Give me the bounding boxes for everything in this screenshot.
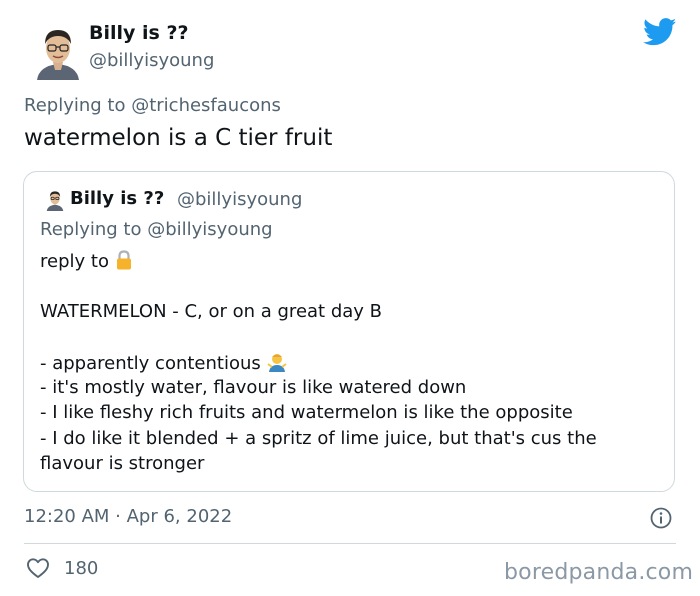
watermark: boredpanda.com	[504, 560, 694, 585]
lock-emoji-icon	[115, 250, 133, 275]
heart-icon[interactable]	[26, 557, 50, 579]
quoted-line: - it's mostly water, flavour is like wat…	[40, 377, 467, 398]
quoted-avatar[interactable]	[45, 189, 65, 211]
quoted-line-text: - apparently contentious	[40, 353, 261, 374]
user-handle[interactable]: @billyisyoung	[89, 50, 214, 71]
like-count: 180	[64, 558, 99, 579]
quoted-line: WATERMELON - C, or on a great day B	[40, 301, 382, 322]
person-shrugging-emoji-icon	[267, 352, 287, 377]
display-name[interactable]: Billy is ??	[89, 22, 189, 44]
quoted-replying-to-prefix: Replying to	[40, 219, 142, 240]
tweet-text: watermelon is a C tier fruit	[24, 125, 333, 151]
quoted-replying-to-mention[interactable]: @billyisyoung	[147, 219, 272, 240]
quoted-line: reply to	[40, 250, 133, 275]
quoted-display-name[interactable]: Billy is ??	[70, 188, 164, 209]
quoted-line-text: reply to	[40, 251, 109, 272]
quoted-replying-to-line: Replying to @billyisyoung	[40, 219, 273, 240]
quoted-line: - apparently contentious	[40, 352, 287, 377]
info-icon[interactable]	[650, 507, 672, 529]
replying-to-prefix: Replying to	[24, 95, 126, 116]
twitter-bird-icon[interactable]	[642, 18, 677, 46]
replying-to-mention[interactable]: @trichesfaucons	[131, 95, 281, 116]
quoted-user-handle[interactable]: @billyisyoung	[177, 189, 302, 210]
quoted-line: flavour is stronger	[40, 453, 205, 474]
tweet-timestamp[interactable]: 12:20 AM · Apr 6, 2022	[24, 506, 232, 527]
avatar[interactable]	[33, 24, 83, 80]
replying-to-line: Replying to @trichesfaucons	[24, 95, 281, 116]
quoted-line: - I like fleshy rich fruits and watermel…	[40, 402, 573, 423]
divider	[24, 543, 676, 544]
quoted-line: - I do like it blended + a spritz of lim…	[40, 428, 597, 449]
